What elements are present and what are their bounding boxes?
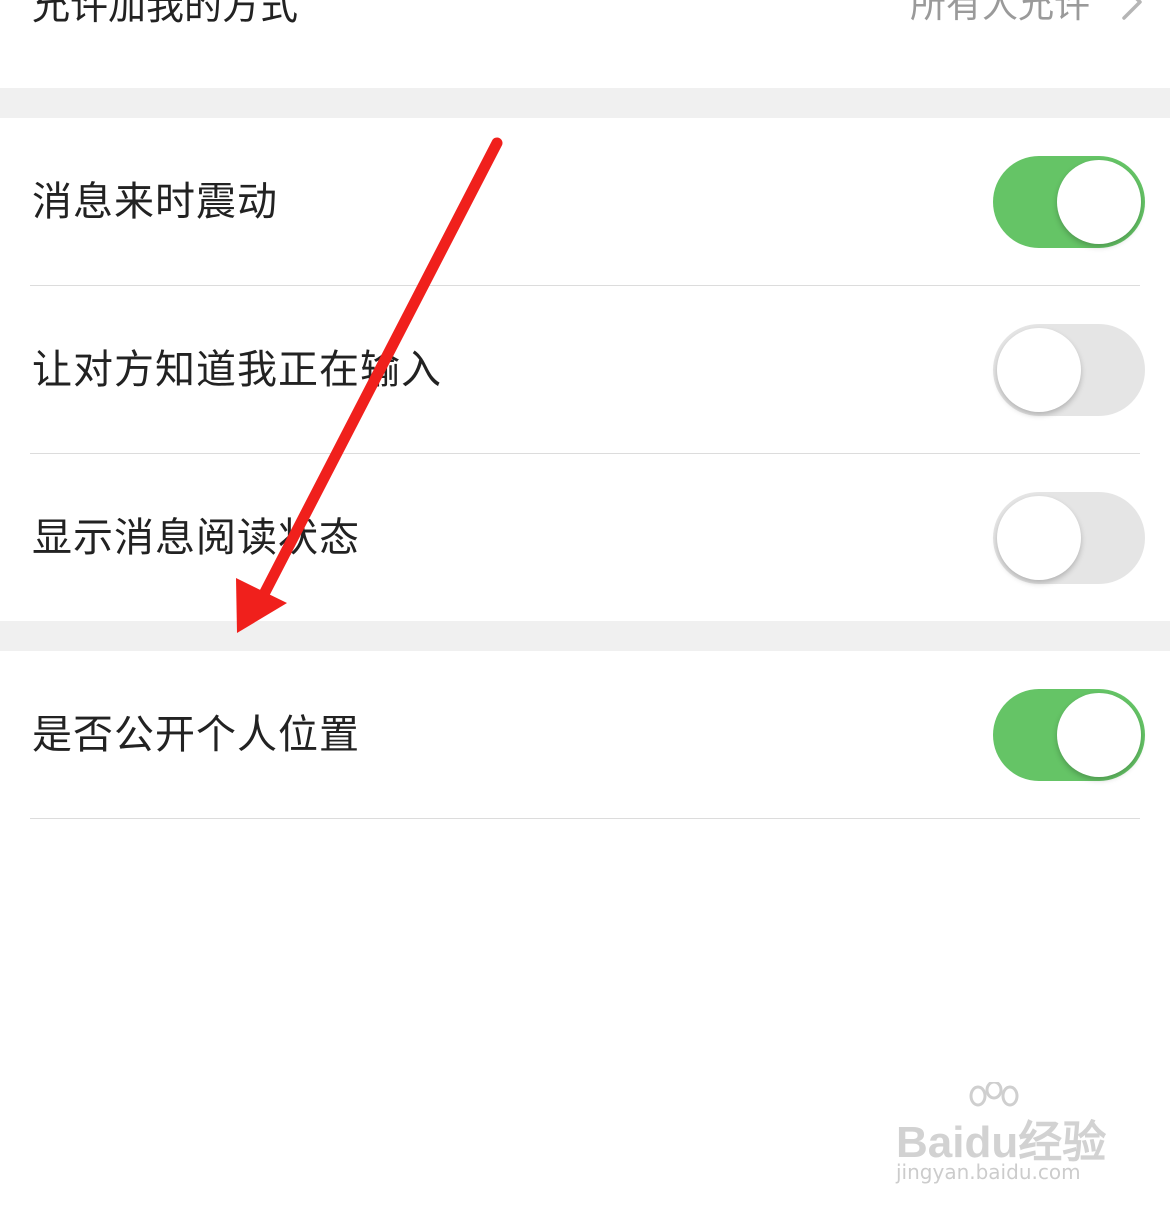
section-gap	[0, 621, 1170, 651]
watermark-url: jingyan.baidu.com	[896, 1160, 1081, 1184]
chevron-right-icon	[1122, 0, 1142, 20]
add-me-method-value: 所有人允许	[909, 0, 1090, 26]
section-gap	[0, 88, 1170, 118]
setting-label: 让对方知道我正在输入	[32, 347, 442, 393]
setting-row-read-status: 显示消息阅读状态	[0, 454, 1170, 621]
add-me-method-label: 允许加我的方式	[32, 0, 299, 28]
toggle-knob	[1057, 160, 1141, 244]
setting-label: 显示消息阅读状态	[32, 515, 360, 561]
row-divider	[30, 818, 1140, 819]
setting-row-vibrate: 消息来时震动	[0, 118, 1170, 286]
vibrate-toggle[interactable]	[993, 156, 1145, 248]
add-me-method-row[interactable]: 允许加我的方式 所有人允许	[0, 0, 1170, 88]
public-location-toggle[interactable]	[993, 689, 1145, 781]
baidu-watermark: Baidu经验 jingyan.baidu.com	[896, 1082, 1106, 1202]
settings-page: 允许加我的方式 所有人允许 消息来时震动 让对方知道我正在输入 显示消息阅读状态…	[0, 0, 1170, 1230]
setting-label: 是否公开个人位置	[32, 712, 360, 758]
read-status-toggle[interactable]	[993, 492, 1145, 584]
toggle-knob	[997, 328, 1081, 412]
setting-label: 消息来时震动	[32, 179, 278, 225]
toggle-knob	[997, 496, 1081, 580]
typing-status-toggle[interactable]	[993, 324, 1145, 416]
setting-row-public-location: 是否公开个人位置	[0, 651, 1170, 819]
toggle-knob	[1057, 693, 1141, 777]
setting-row-typing-status: 让对方知道我正在输入	[0, 286, 1170, 454]
